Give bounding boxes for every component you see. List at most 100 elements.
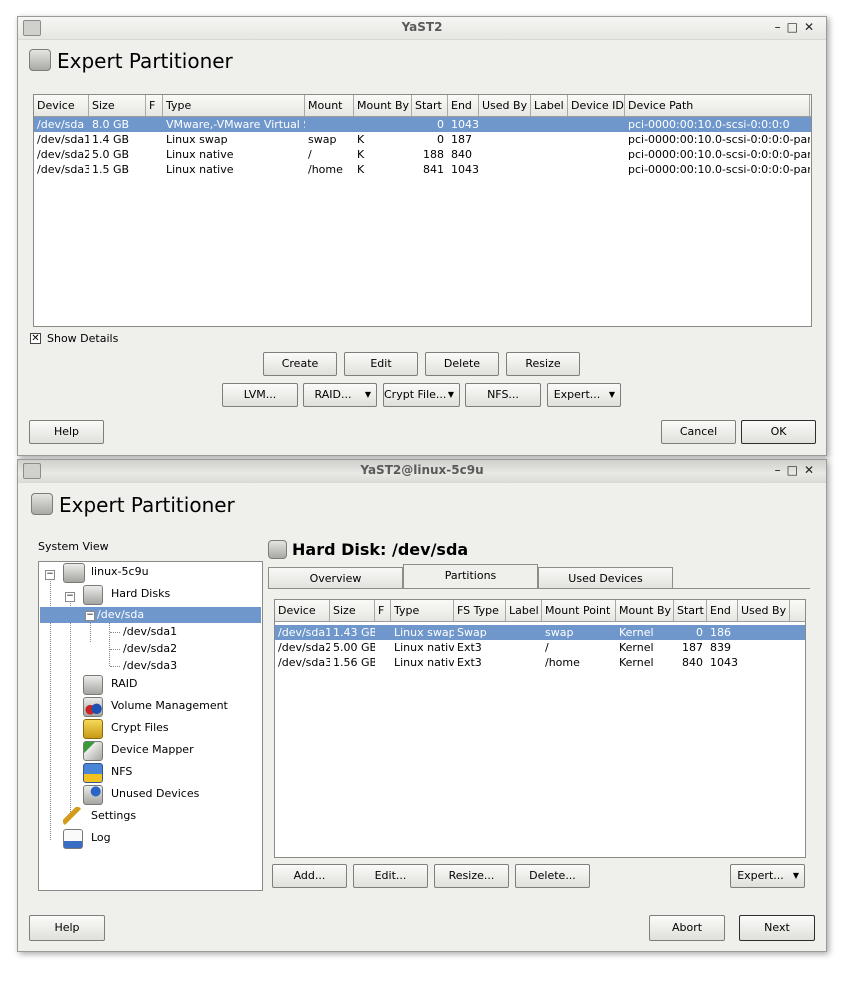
resize-button[interactable]: Resize: [506, 352, 580, 376]
table-cell: pci-0000:00:10.0-scsi-0:0:0:0-part3: [628, 163, 810, 176]
col-header[interactable]: Device: [275, 600, 330, 621]
tab-partitions[interactable]: Partitions: [403, 564, 538, 589]
tree-item-label: Device Mapper: [111, 743, 194, 756]
close-icon[interactable]: ✕: [804, 20, 820, 34]
lvm-button[interactable]: LVM...: [222, 383, 298, 407]
tree-item-label: /dev/sda: [97, 608, 145, 621]
col-header[interactable]: F: [146, 95, 163, 116]
table-row[interactable]: /dev/sda2 5.0 GB Linux native / K 188 840 pci-0…: [34, 147, 811, 162]
tree-item-label: Unused Devices: [111, 787, 200, 800]
col-header[interactable]: Start: [412, 95, 448, 116]
minimize-icon[interactable]: –: [775, 463, 787, 477]
tree-item-nfs[interactable]: NFS: [83, 762, 133, 783]
harddisk-icon: [31, 493, 53, 515]
tree-item-log[interactable]: Log: [63, 828, 111, 849]
partition-table[interactable]: Device Size F Type Mount Mount By Start …: [33, 94, 812, 327]
table-cell: 840: [682, 656, 703, 669]
col-header[interactable]: Start: [674, 600, 707, 621]
edit-button[interactable]: Edit...: [353, 864, 428, 888]
col-header[interactable]: Device Path: [625, 95, 810, 116]
col-header[interactable]: Size: [89, 95, 146, 116]
crypt-file-menu-button[interactable]: Crypt File... ▼: [383, 383, 460, 407]
tree-item-hard-disks[interactable]: Hard Disks: [83, 584, 170, 605]
table-row[interactable]: /dev/sda25.00 GB Linux nativeExt3 / Kernel 1…: [275, 640, 805, 655]
collapse-icon[interactable]: −: [85, 611, 95, 621]
nfs-button[interactable]: NFS...: [465, 383, 541, 407]
col-header[interactable]: Mount: [305, 95, 354, 116]
table-row[interactable]: /dev/sda 8.0 GB VMware,-VMware Virtual S 01…: [34, 117, 811, 132]
col-header[interactable]: Mount By: [354, 95, 412, 116]
page-heading: Expert Partitioner: [29, 49, 233, 73]
delete-button[interactable]: Delete...: [515, 864, 590, 888]
col-header[interactable]: Used By: [738, 600, 790, 621]
table-cell: /dev/sda3: [278, 656, 330, 669]
collapse-icon[interactable]: −: [45, 570, 55, 580]
delete-button[interactable]: Delete: [425, 352, 499, 376]
maximize-icon[interactable]: □: [787, 463, 804, 477]
cancel-button[interactable]: Cancel: [661, 420, 736, 444]
next-button[interactable]: Next: [739, 915, 815, 941]
raid-menu-button[interactable]: RAID... ▼: [303, 383, 377, 407]
computer-icon: [63, 563, 85, 583]
partition-table[interactable]: Device Size F Type FS Type Label Mount P…: [274, 599, 806, 858]
tab-overview[interactable]: Overview: [268, 567, 403, 588]
col-header[interactable]: Used By: [479, 95, 531, 116]
edit-button[interactable]: Edit: [344, 352, 418, 376]
add-button[interactable]: Add...: [272, 864, 347, 888]
ok-button[interactable]: OK: [741, 420, 816, 444]
dropdown-arrow-icon: ▼: [447, 390, 454, 399]
table-cell: /dev/sda2: [37, 148, 89, 161]
tree-item-settings[interactable]: Settings: [63, 806, 136, 826]
abort-button[interactable]: Abort: [649, 915, 725, 941]
tree-item-host[interactable]: linux-5c9u: [63, 562, 149, 583]
table-cell: 5.0 GB: [92, 148, 130, 161]
col-header[interactable]: Device: [34, 95, 89, 116]
close-icon[interactable]: ✕: [804, 463, 820, 477]
expert-menu-button[interactable]: Expert... ▼: [547, 383, 621, 407]
col-header[interactable]: Device ID: [568, 95, 625, 116]
collapse-icon[interactable]: −: [65, 592, 75, 602]
dropdown-arrow-icon: ▼: [792, 871, 799, 880]
table-row[interactable]: /dev/sda3 1.5 GB Linux native/home K 841 1043…: [34, 162, 811, 177]
table-cell: /home: [545, 656, 580, 669]
help-button[interactable]: Help: [29, 420, 104, 444]
resize-button[interactable]: Resize...: [434, 864, 509, 888]
expert-menu-button[interactable]: Expert... ▼: [730, 864, 805, 888]
col-header[interactable]: FS Type: [454, 600, 506, 621]
col-header[interactable]: Size: [330, 600, 375, 621]
col-header[interactable]: End: [707, 600, 738, 621]
maximize-icon[interactable]: □: [787, 20, 804, 34]
table-row[interactable]: /dev/sda31.56 GB Linux nativeExt3/home Ker…: [275, 655, 805, 670]
table-cell: 839: [710, 641, 731, 654]
tree-item-crypt-files[interactable]: Crypt Files: [83, 718, 169, 739]
col-header[interactable]: End: [448, 95, 479, 116]
table-row[interactable]: /dev/sda1 1.4 GB Linux swap swap K 0 187 pci-00…: [34, 132, 811, 147]
device-mapper-icon: [83, 741, 103, 761]
col-header[interactable]: Type: [391, 600, 454, 621]
title-bar[interactable]: YaST2@linux-5c9u –□✕: [18, 460, 826, 483]
tree-item-volume-management[interactable]: Volume Management: [83, 696, 228, 717]
tree-item-sda3[interactable]: /dev/sda3: [123, 656, 177, 676]
col-header[interactable]: Mount By: [616, 600, 674, 621]
minimize-icon[interactable]: –: [775, 20, 787, 34]
col-header[interactable]: Label: [506, 600, 542, 621]
tab-used-devices[interactable]: Used Devices: [538, 567, 673, 588]
col-header[interactable]: Mount Point: [542, 600, 616, 621]
tree-item-unused-devices[interactable]: Unused Devices: [83, 784, 200, 805]
col-header[interactable]: Type: [163, 95, 305, 116]
create-button[interactable]: Create: [263, 352, 337, 376]
system-view-tree[interactable]: − linux-5c9u − Hard Disks − /dev/sda /de…: [38, 561, 263, 891]
col-header[interactable]: F: [375, 600, 391, 621]
table-cell: Kernel: [619, 626, 654, 639]
col-header[interactable]: Label: [531, 95, 568, 116]
help-button[interactable]: Help: [29, 915, 105, 941]
table-cell: Linux native: [394, 656, 454, 669]
tree-item-label: NFS: [111, 765, 133, 778]
table-cell: pci-0000:00:10.0-scsi-0:0:0:0-part1: [628, 133, 810, 146]
tree-item-raid[interactable]: RAID: [83, 674, 137, 695]
table-row[interactable]: /dev/sda1 1.43 GB Linux swap Swap swap Kernel…: [275, 625, 805, 640]
tree-item-device-mapper[interactable]: Device Mapper: [83, 740, 194, 761]
title-bar[interactable]: YaST2 –□✕: [18, 17, 826, 40]
show-details-checkbox[interactable]: ✕: [30, 333, 41, 344]
tree-item-label: /dev/sda1: [123, 625, 178, 638]
